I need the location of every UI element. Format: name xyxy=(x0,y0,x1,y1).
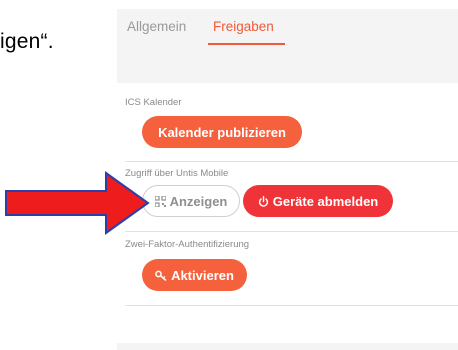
logout-devices-button[interactable]: Geräte abmelden xyxy=(243,185,393,217)
annotation-arrow xyxy=(5,171,150,235)
active-tab-indicator xyxy=(208,43,285,45)
section-divider xyxy=(125,305,458,306)
settings-panel: Allgemein Freigaben ICS Kalender Kalende… xyxy=(117,9,458,350)
key-icon xyxy=(155,270,167,281)
logout-devices-label: Geräte abmelden xyxy=(272,193,379,209)
show-button-label: Anzeigen xyxy=(169,193,228,209)
publish-calendar-button[interactable]: Kalender publizieren xyxy=(142,116,302,148)
tab-bar: Allgemein Freigaben xyxy=(117,9,458,69)
activate-button[interactable]: Aktivieren xyxy=(142,259,247,291)
freigaben-card: ICS Kalender Kalender publizieren Zugrif… xyxy=(117,83,458,343)
tab-freigaben[interactable]: Freigaben xyxy=(213,19,274,34)
activate-button-label: Aktivieren xyxy=(171,267,234,283)
section-divider xyxy=(125,161,458,162)
section-divider xyxy=(125,231,458,232)
power-icon xyxy=(258,195,269,207)
